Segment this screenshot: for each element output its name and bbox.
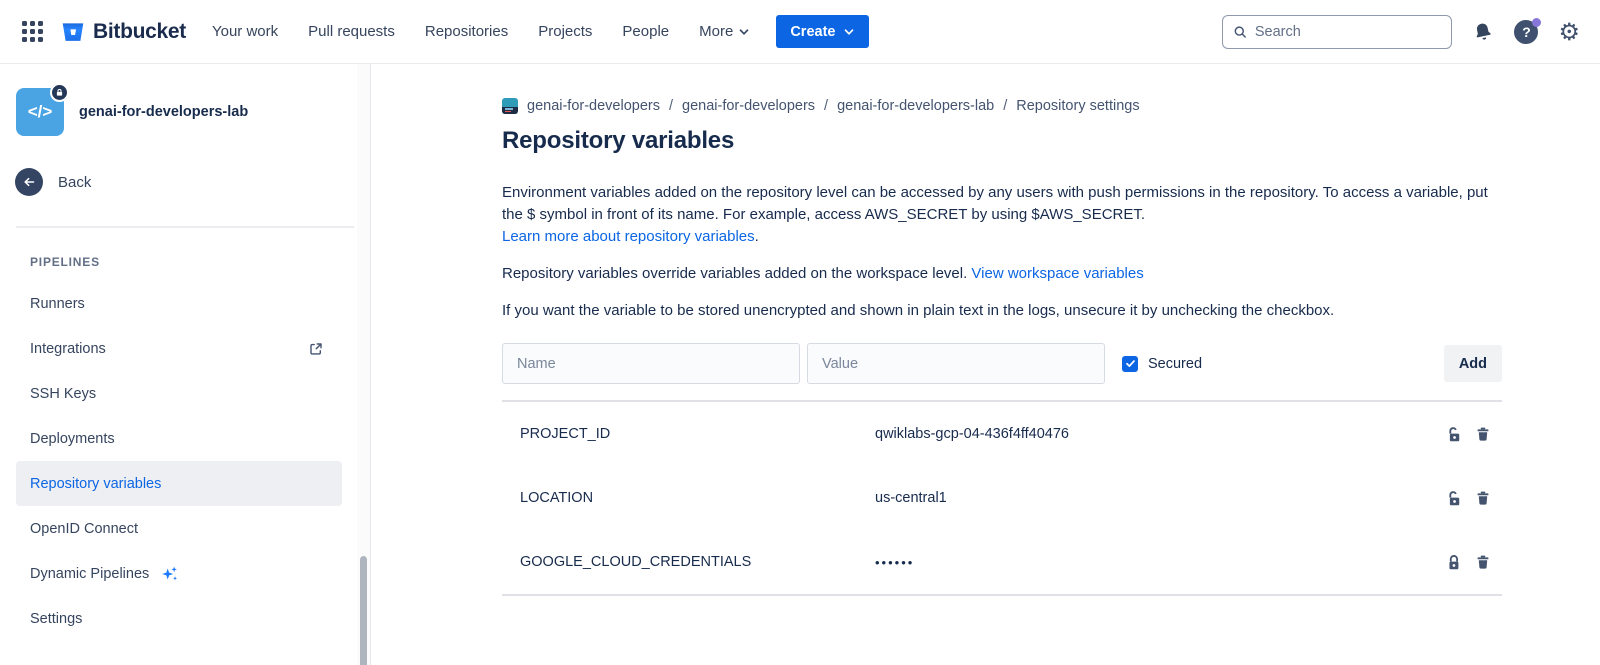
override-paragraph: Repository variables override variables … [502,263,1502,285]
variable-value: us-central1 [875,490,1445,506]
sparkles-icon [159,563,181,585]
main-content: genai-for-developers / genai-for-develop… [371,64,1600,665]
lock-icon [55,88,64,97]
sidebar-item-deployments[interactable]: Deployments [16,416,342,461]
learn-more-link[interactable]: Learn more about repository variables [502,228,755,245]
secured-checkbox-group[interactable]: Secured [1122,356,1202,372]
bell-icon [1470,18,1496,44]
search-icon [1233,24,1247,40]
nav-people[interactable]: People [622,23,669,40]
nav-projects[interactable]: Projects [538,23,592,40]
brand-wordmark: Bitbucket [93,20,186,44]
lock-open-icon[interactable] [1445,426,1462,443]
add-variable-form: Secured Add [502,343,1502,384]
workspace-avatar-icon [502,98,518,114]
help-button[interactable]: ? [1514,20,1538,44]
back-button[interactable]: Back [15,168,354,196]
repo-avatar: </> [16,88,64,136]
sidebar-item-runners[interactable]: Runners [16,281,342,326]
delete-icon[interactable] [1475,426,1491,442]
secured-label: Secured [1148,356,1202,372]
settings-button[interactable]: ⚙ [1558,20,1580,44]
app-switcher-icon[interactable] [22,21,44,43]
primary-nav: Your work Pull requests Repositories Pro… [212,23,750,40]
intro-paragraph: Environment variables added on the repos… [502,182,1502,248]
breadcrumb-workspace[interactable]: genai-for-developers [527,98,660,114]
breadcrumb-repository[interactable]: genai-for-developers-lab [837,98,994,114]
delete-icon[interactable] [1475,490,1491,506]
variables-table: PROJECT_ID qwiklabs-gcp-04-436f4ff40476 [502,400,1502,596]
private-lock-badge [50,83,69,102]
sidebar-item-ssh-keys[interactable]: SSH Keys [16,371,342,416]
secured-checkbox[interactable] [1122,356,1138,372]
chevron-down-icon [738,26,750,38]
check-icon [1125,358,1136,369]
sidebar: </> genai-for-developers-lab Back PIPELI… [0,64,371,665]
bitbucket-logo[interactable]: Bitbucket [60,19,186,45]
search-box[interactable] [1222,15,1452,49]
notifications-button[interactable] [1472,21,1494,43]
sidebar-item-dynamic-pipelines[interactable]: Dynamic Pipelines [16,551,342,596]
back-label: Back [58,174,91,191]
gear-icon: ⚙ [1558,20,1580,44]
page-title: Repository variables [502,127,1502,155]
nav-your-work[interactable]: Your work [212,23,278,40]
sidebar-item-integrations[interactable]: Integrations [16,326,342,371]
arrow-left-icon [15,168,43,196]
variable-name-input[interactable] [502,343,800,384]
breadcrumb: genai-for-developers / genai-for-develop… [502,98,1502,114]
variable-value: qwiklabs-gcp-04-436f4ff40476 [875,426,1445,442]
variable-name: LOCATION [502,490,875,506]
view-workspace-variables-link[interactable]: View workspace variables [971,265,1143,282]
table-row: LOCATION us-central1 [502,466,1502,530]
variable-value-input[interactable] [807,343,1105,384]
unsecure-paragraph: If you want the variable to be stored un… [502,300,1502,322]
lock-closed-icon[interactable] [1445,554,1462,571]
code-icon: </> [28,102,53,122]
sidebar-section-title: PIPELINES [30,255,370,269]
delete-icon[interactable] [1475,554,1491,570]
table-row: PROJECT_ID qwiklabs-gcp-04-436f4ff40476 [502,402,1502,466]
repo-header[interactable]: </> genai-for-developers-lab [16,88,354,136]
chevron-down-icon [843,26,855,38]
nav-more-menu[interactable]: More [699,23,750,40]
sidebar-menu: Runners Integrations SSH Keys Deployment… [0,281,370,641]
sidebar-item-openid-connect[interactable]: OpenID Connect [16,506,342,551]
nav-repositories[interactable]: Repositories [425,23,508,40]
sidebar-item-settings[interactable]: Settings [16,596,342,641]
lock-open-icon[interactable] [1445,490,1462,507]
breadcrumb-repository-settings[interactable]: Repository settings [1016,98,1139,114]
create-button[interactable]: Create [776,15,869,48]
search-input[interactable] [1255,24,1442,40]
variable-name: PROJECT_ID [502,426,875,442]
table-row: GOOGLE_CLOUD_CREDENTIALS •••••• [502,530,1502,594]
sidebar-item-repository-variables[interactable]: Repository variables [16,461,342,506]
sidebar-scrollbar-thumb[interactable] [360,556,367,665]
bitbucket-mark-icon [60,19,86,45]
sidebar-divider [16,226,354,228]
add-button[interactable]: Add [1444,345,1502,382]
variable-name: GOOGLE_CLOUD_CREDENTIALS [502,554,875,570]
external-link-icon [308,341,324,357]
variable-value: •••••• [875,555,1445,570]
notification-dot [1532,18,1541,27]
repo-name: genai-for-developers-lab [79,104,248,120]
nav-pull-requests[interactable]: Pull requests [308,23,395,40]
top-navigation-bar: Bitbucket Your work Pull requests Reposi… [0,0,1600,64]
breadcrumb-project[interactable]: genai-for-developers [682,98,815,114]
